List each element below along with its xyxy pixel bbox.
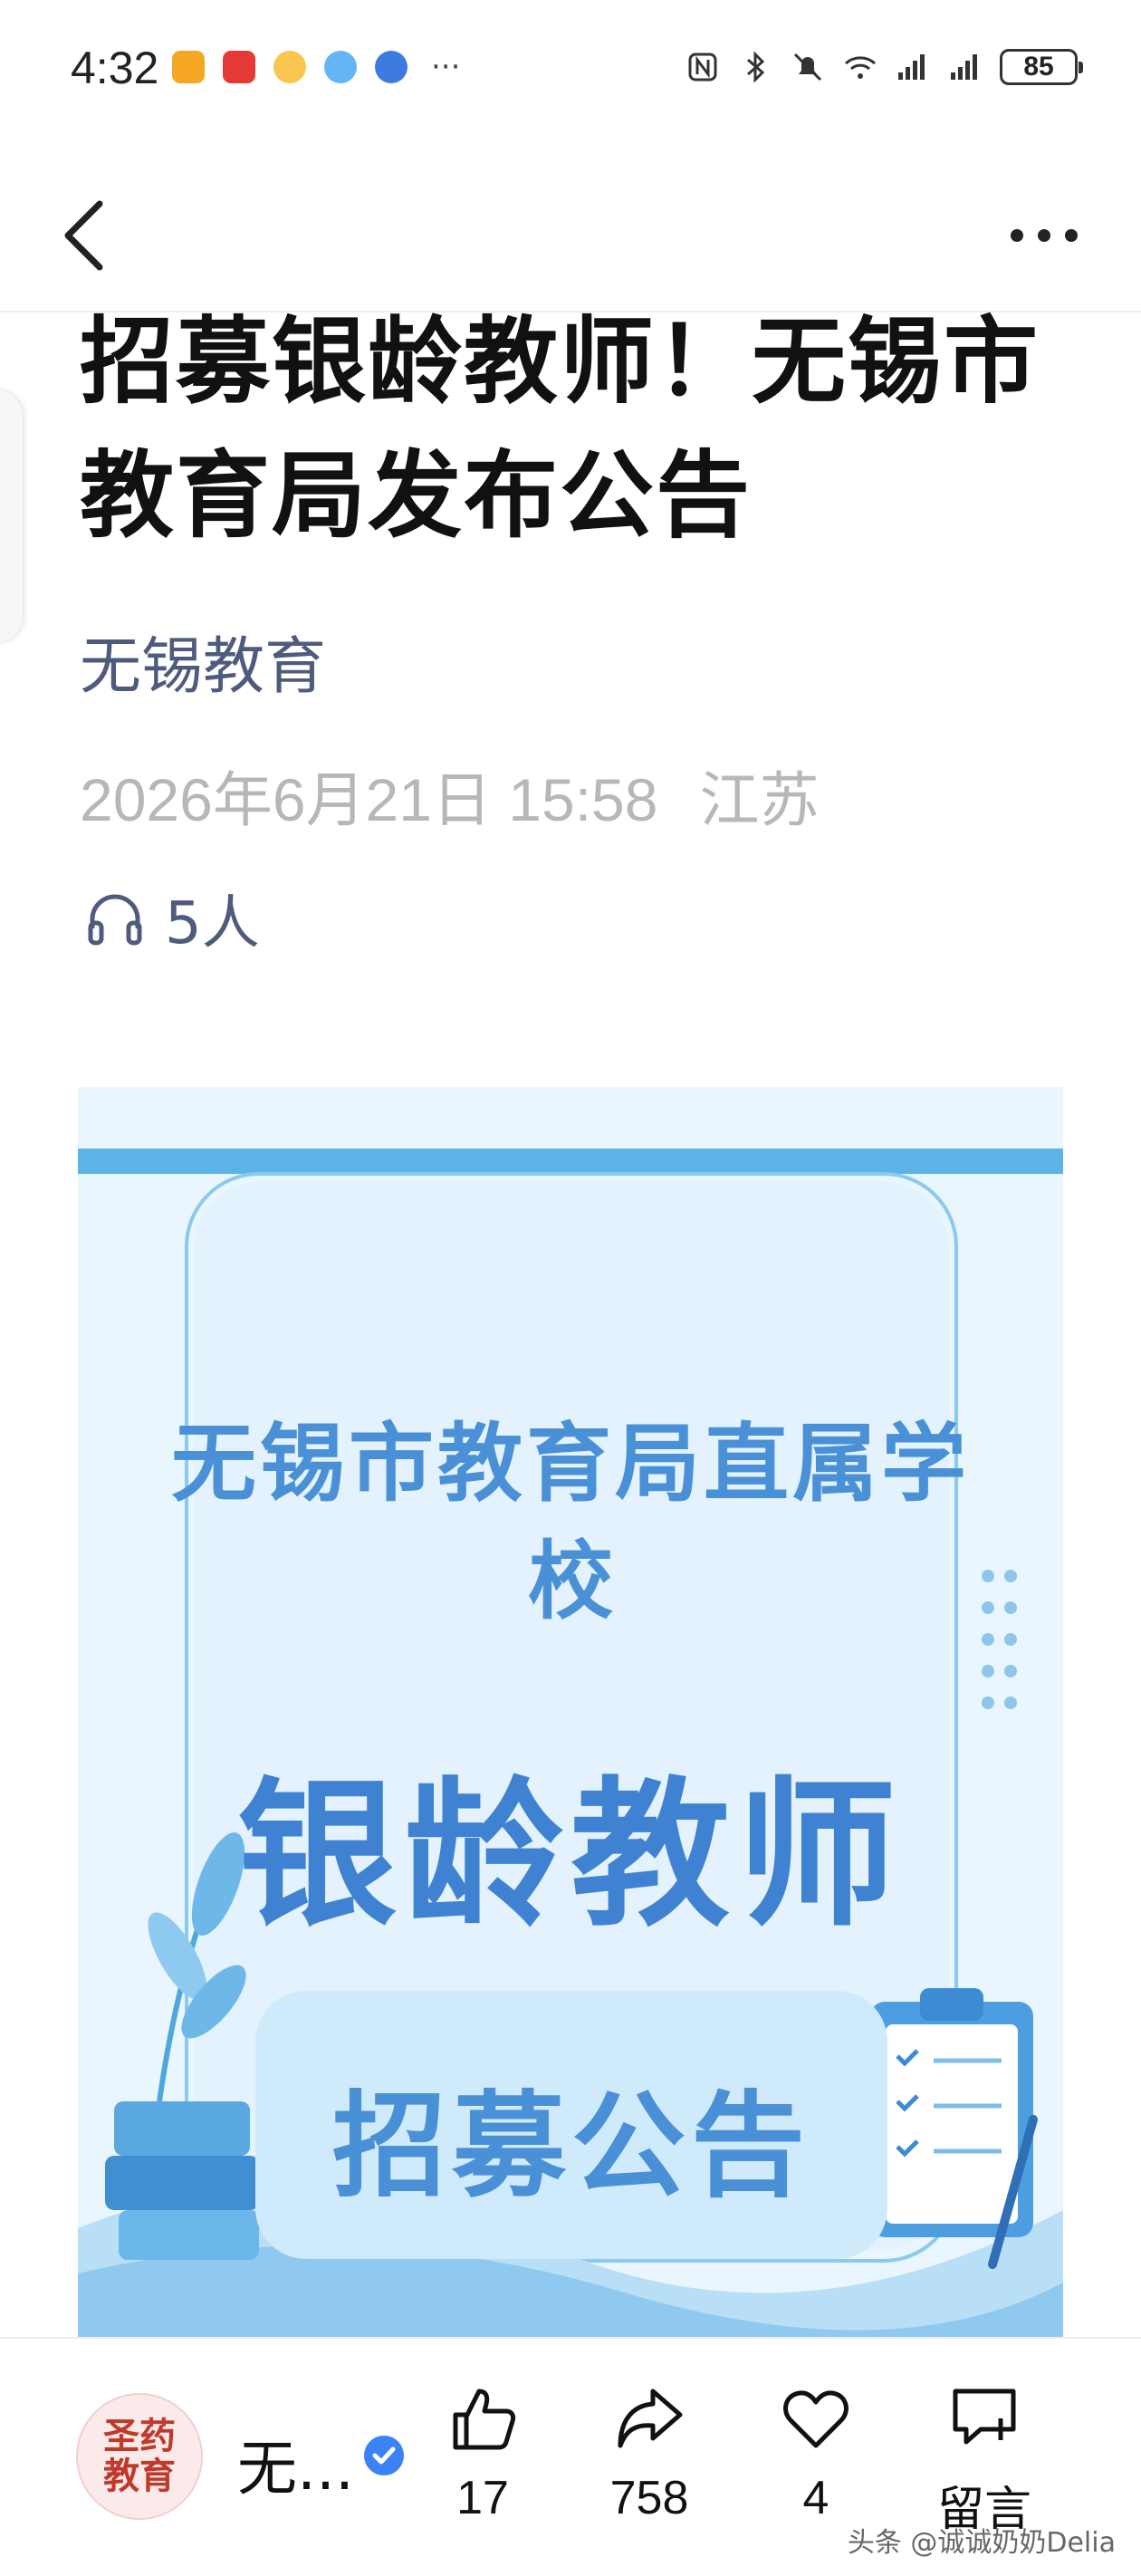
top-nav-bar [0, 163, 1141, 312]
app-notification-icon [223, 51, 255, 83]
status-time: 4:32 [71, 43, 159, 93]
share-arrow-icon [618, 2389, 683, 2448]
bluetooth-icon [747, 51, 765, 83]
signal-icon [898, 54, 925, 80]
thumbs-up-icon [453, 2389, 516, 2450]
comment-button[interactable]: 留言 [916, 2382, 1052, 2539]
share-button[interactable]: 758 [581, 2382, 717, 2525]
favorite-count: 4 [802, 2472, 829, 2524]
banner-main-title: 银龄教师 [236, 1763, 904, 1948]
app-notification-icon [324, 51, 357, 83]
publish-location: 江苏 [699, 766, 820, 833]
watermark-text: 头条 @诚诚奶奶Delia [847, 2527, 1116, 2559]
weibo-icon [273, 51, 306, 83]
favorite-button[interactable]: 4 [748, 2382, 884, 2525]
signal-icon [951, 54, 977, 80]
author-name[interactable]: 无锡教育 [80, 616, 326, 706]
dot [1011, 229, 1023, 242]
more-options-button[interactable] [1003, 217, 1085, 254]
listen-count[interactable]: 5人 [83, 877, 260, 960]
account-name[interactable]: 无... [237, 2420, 354, 2507]
comment-add-icon [953, 2389, 1016, 2445]
heart-icon [783, 2390, 849, 2448]
banner-subtitle: 招募公告 [332, 2080, 810, 2213]
mute-icon [793, 53, 822, 82]
avatar-logo-text: 圣药 教育 [103, 2415, 176, 2497]
app-notification-icon [172, 51, 205, 83]
battery-indicator: 85 [1000, 49, 1083, 85]
system-icons: 85 [685, 49, 1083, 85]
publish-date: 2026年6月21日 15:58 [80, 766, 658, 833]
status-bar: 4:32 ··· 85 [0, 0, 1141, 145]
like-button[interactable]: 17 [415, 2382, 551, 2525]
dot [1065, 229, 1078, 242]
nfc-icon [688, 53, 717, 82]
dot [1038, 229, 1050, 242]
headphones-icon [88, 894, 142, 946]
listen-count-text: 5人 [165, 890, 260, 957]
like-count: 17 [456, 2472, 509, 2524]
banner-heading-line1: 无锡市教育局直属学 [170, 1415, 970, 1514]
account-avatar[interactable]: 圣药 教育 [76, 2393, 203, 2520]
bottom-action-bar: 圣药 教育 无... 17 758 4 留言 头条 @诚诚奶奶Delia [0, 2337, 1141, 2576]
verified-badge-icon [364, 2436, 404, 2475]
wifi-icon [845, 56, 876, 79]
notification-icons: ··· [172, 51, 460, 83]
share-count: 758 [609, 2472, 689, 2524]
side-drawer-handle[interactable] [0, 389, 23, 643]
article-banner-image[interactable]: 无锡市教育局直属学 校 银龄教师 招募公告 [78, 1087, 1063, 2337]
more-notifications-icon: ··· [431, 49, 461, 85]
back-button[interactable] [45, 190, 127, 281]
article-meta: 2026年6月21日 15:58 江苏 [80, 752, 819, 839]
chevron-left-icon [64, 200, 103, 271]
banner-heading-line2: 校 [527, 1533, 613, 1631]
article-title: 招募银龄教师！无锡市教育局发布公告 [80, 306, 1040, 551]
baidu-icon [375, 51, 408, 83]
